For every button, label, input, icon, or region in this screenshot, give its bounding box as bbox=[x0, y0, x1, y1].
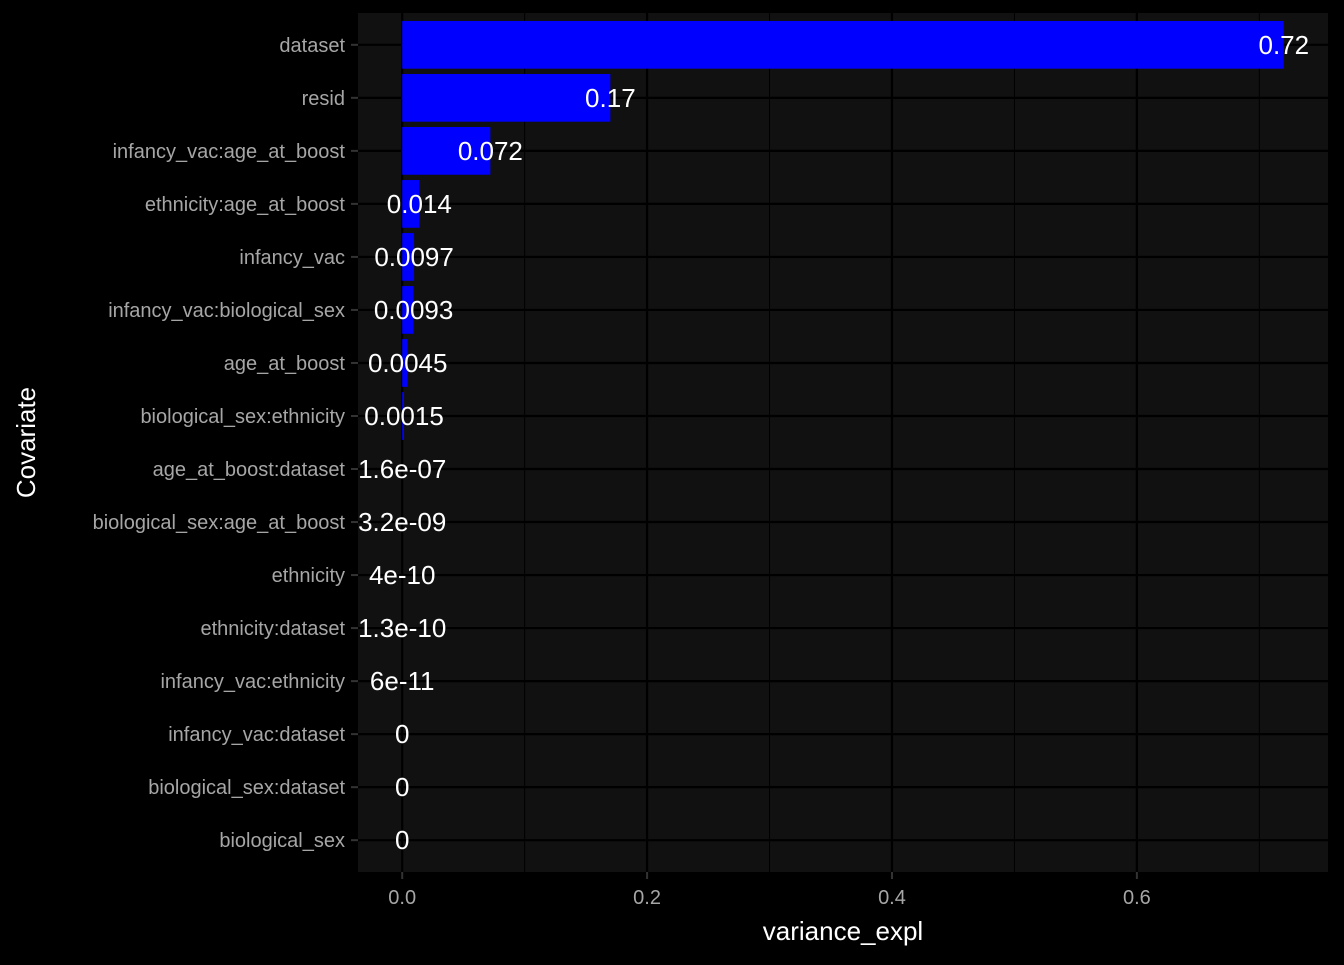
y-tick-label: age_at_boost:dataset bbox=[153, 459, 346, 481]
y-tick-label: resid bbox=[302, 88, 345, 110]
y-tick-label: ethnicity:age_at_boost bbox=[145, 194, 346, 216]
data-label: 1.6e-07 bbox=[358, 454, 446, 484]
y-tick-label: dataset bbox=[279, 35, 345, 57]
data-label: 0.0093 bbox=[374, 295, 454, 325]
data-label: 0.0015 bbox=[364, 401, 444, 431]
data-label: 0.0097 bbox=[374, 242, 454, 272]
y-tick-label: biological_sex:dataset bbox=[148, 777, 345, 799]
y-tick-label: infancy_vac:age_at_boost bbox=[113, 141, 346, 163]
y-tick-label: biological_sex bbox=[219, 830, 345, 852]
x-tick-label: 0.6 bbox=[1123, 887, 1151, 909]
data-label: 6e-11 bbox=[370, 666, 435, 696]
bar bbox=[402, 21, 1284, 69]
y-tick-label: infancy_vac:biological_sex bbox=[108, 300, 345, 322]
x-axis-title: variance_expl bbox=[763, 916, 923, 946]
data-label: 4e-10 bbox=[369, 560, 436, 590]
data-label: 1.3e-10 bbox=[358, 613, 446, 643]
y-tick-label: infancy_vac bbox=[239, 247, 345, 269]
data-label: 0 bbox=[395, 772, 409, 802]
x-axis: 0.0 0.2 0.4 0.6 bbox=[388, 872, 1150, 909]
y-tick-label: ethnicity:dataset bbox=[200, 618, 345, 640]
x-tick-label: 0.4 bbox=[878, 887, 906, 909]
bar-chart: 0.720.170.0720.0140.00970.00930.00450.00… bbox=[0, 0, 1344, 960]
data-label: 0.0045 bbox=[368, 348, 448, 378]
data-label: 0.072 bbox=[458, 136, 523, 166]
y-tick-label: infancy_vac:dataset bbox=[168, 724, 345, 746]
y-tick-label: infancy_vac:ethnicity bbox=[160, 671, 345, 693]
data-label: 0 bbox=[395, 825, 409, 855]
y-tick-label: age_at_boost bbox=[224, 353, 346, 375]
y-tick-label: biological_sex:age_at_boost bbox=[93, 512, 346, 534]
y-tick-label: ethnicity bbox=[272, 565, 345, 587]
data-label: 0.17 bbox=[585, 83, 636, 113]
data-label: 0.72 bbox=[1258, 30, 1309, 60]
x-tick-label: 0.0 bbox=[388, 887, 416, 909]
data-label: 0 bbox=[395, 719, 409, 749]
y-axis: dataset resid infancy_vac:age_at_boostethn… bbox=[93, 35, 358, 852]
chart-container: 0.720.170.0720.0140.00970.00930.00450.00… bbox=[0, 0, 1344, 960]
y-axis-title: Covariate bbox=[11, 387, 41, 498]
data-label: 3.2e-09 bbox=[358, 507, 446, 537]
data-label: 0.014 bbox=[387, 189, 452, 219]
bar bbox=[402, 74, 610, 122]
x-tick-label: 0.2 bbox=[633, 887, 661, 909]
y-tick-label: biological_sex:ethnicity bbox=[140, 406, 345, 428]
